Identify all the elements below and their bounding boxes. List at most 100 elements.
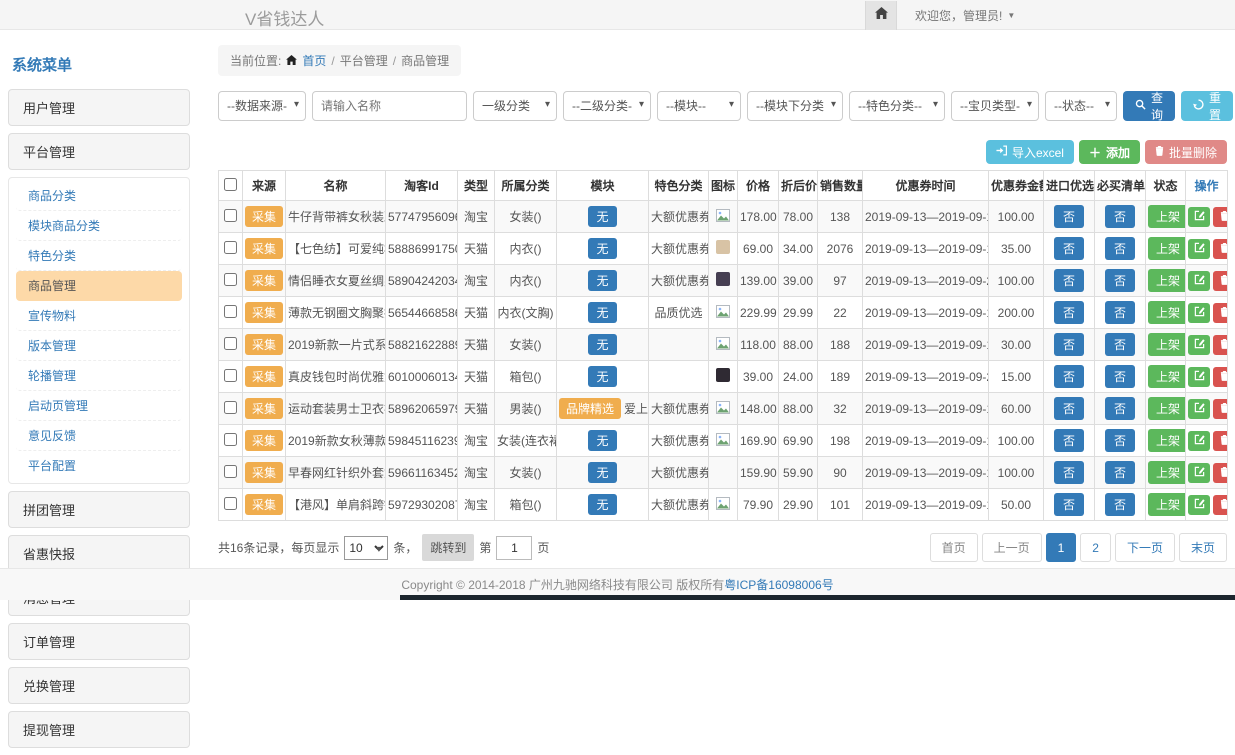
must-buy-toggle[interactable]: 否 (1105, 461, 1135, 484)
filter-select-5[interactable]: --宝贝类型-- (951, 91, 1039, 121)
status-button[interactable]: 上架 (1148, 365, 1186, 388)
page-button-上一页[interactable]: 上一页 (982, 533, 1042, 562)
page-button-首页[interactable]: 首页 (930, 533, 978, 562)
delete-button[interactable] (1213, 399, 1228, 419)
delete-button[interactable] (1213, 431, 1228, 451)
row-checkbox[interactable] (224, 273, 237, 286)
row-select-cell[interactable] (219, 489, 243, 521)
filter-select-2[interactable]: --模块-- (657, 91, 741, 121)
edit-button[interactable] (1188, 495, 1210, 515)
must-buy-toggle[interactable]: 否 (1105, 493, 1135, 516)
must-buy-cell[interactable]: 否 (1095, 297, 1146, 329)
row-select-cell[interactable] (219, 329, 243, 361)
import-select-cell[interactable]: 否 (1044, 201, 1095, 233)
status-cell[interactable]: 上架 (1146, 457, 1186, 489)
data-source-select[interactable]: --数据来源-- (218, 91, 306, 121)
ops-cell[interactable] (1186, 361, 1228, 393)
delete-button[interactable] (1213, 463, 1228, 483)
search-name-input[interactable] (312, 91, 467, 121)
sidebar-item-15[interactable]: 订单管理 (8, 623, 190, 660)
status-button[interactable]: 上架 (1148, 269, 1186, 292)
must-buy-cell[interactable]: 否 (1095, 457, 1146, 489)
must-buy-cell[interactable]: 否 (1095, 265, 1146, 297)
import-select-toggle[interactable]: 否 (1054, 397, 1084, 420)
batch-delete-button[interactable]: 批量删除 (1145, 140, 1227, 164)
sidebar-subitem-9[interactable]: 启动页管理 (16, 391, 182, 421)
status-button[interactable]: 上架 (1148, 461, 1186, 484)
edit-button[interactable] (1188, 399, 1210, 419)
status-cell[interactable]: 上架 (1146, 233, 1186, 265)
sidebar-subitem-10[interactable]: 意见反馈 (16, 421, 182, 451)
page-button-下一页[interactable]: 下一页 (1115, 533, 1175, 562)
row-checkbox[interactable] (224, 209, 237, 222)
page-size-select[interactable]: 10 (344, 536, 388, 560)
edit-button[interactable] (1188, 303, 1210, 323)
edit-button[interactable] (1188, 431, 1210, 451)
import-select-toggle[interactable]: 否 (1054, 237, 1084, 260)
import-excel-button[interactable]: 导入excel (986, 140, 1074, 164)
row-select-cell[interactable] (219, 201, 243, 233)
sidebar-item-0[interactable]: 用户管理 (8, 89, 190, 126)
sidebar-item-17[interactable]: 提现管理 (8, 711, 190, 748)
row-select-cell[interactable] (219, 297, 243, 329)
row-select-cell[interactable] (219, 425, 243, 457)
must-buy-toggle[interactable]: 否 (1105, 429, 1135, 452)
status-cell[interactable]: 上架 (1146, 489, 1186, 521)
must-buy-cell[interactable]: 否 (1095, 361, 1146, 393)
filter-select-1[interactable]: --二级分类-- (563, 91, 651, 121)
page-button-1[interactable]: 1 (1046, 533, 1077, 562)
delete-button[interactable] (1213, 239, 1228, 259)
row-select-cell[interactable] (219, 265, 243, 297)
status-cell[interactable]: 上架 (1146, 329, 1186, 361)
breadcrumb-home-link[interactable]: 首页 (302, 52, 326, 69)
sidebar-item-1[interactable]: 平台管理 (8, 133, 190, 170)
status-button[interactable]: 上架 (1148, 237, 1186, 260)
status-button[interactable]: 上架 (1148, 301, 1186, 324)
sidebar-subitem-5[interactable]: 商品管理 (16, 271, 182, 301)
import-select-cell[interactable]: 否 (1044, 457, 1095, 489)
edit-button[interactable] (1188, 335, 1210, 355)
must-buy-cell[interactable]: 否 (1095, 329, 1146, 361)
import-select-toggle[interactable]: 否 (1054, 333, 1084, 356)
must-buy-toggle[interactable]: 否 (1105, 365, 1135, 388)
sidebar-subitem-2[interactable]: 商品分类 (16, 181, 182, 211)
import-select-cell[interactable]: 否 (1044, 233, 1095, 265)
must-buy-toggle[interactable]: 否 (1105, 397, 1135, 420)
select-all-cell[interactable] (219, 171, 243, 201)
delete-button[interactable] (1213, 367, 1228, 387)
delete-button[interactable] (1213, 271, 1228, 291)
ops-cell[interactable] (1186, 329, 1228, 361)
ops-cell[interactable] (1186, 297, 1228, 329)
row-select-cell[interactable] (219, 361, 243, 393)
ops-cell[interactable] (1186, 201, 1228, 233)
must-buy-toggle[interactable]: 否 (1105, 269, 1135, 292)
sidebar-subitem-3[interactable]: 模块商品分类 (16, 211, 182, 241)
status-cell[interactable]: 上架 (1146, 393, 1186, 425)
edit-button[interactable] (1188, 271, 1210, 291)
import-select-toggle[interactable]: 否 (1054, 301, 1084, 324)
import-select-cell[interactable]: 否 (1044, 393, 1095, 425)
sidebar-item-12[interactable]: 拼团管理 (8, 491, 190, 528)
must-buy-cell[interactable]: 否 (1095, 425, 1146, 457)
row-checkbox[interactable] (224, 369, 237, 382)
sidebar-subitem-4[interactable]: 特色分类 (16, 241, 182, 271)
must-buy-toggle[interactable]: 否 (1105, 205, 1135, 228)
status-cell[interactable]: 上架 (1146, 297, 1186, 329)
ops-cell[interactable] (1186, 393, 1228, 425)
page-button-2[interactable]: 2 (1080, 533, 1111, 562)
row-checkbox[interactable] (224, 305, 237, 318)
must-buy-cell[interactable]: 否 (1095, 201, 1146, 233)
sidebar-item-13[interactable]: 省惠快报 (8, 535, 190, 572)
filter-select-4[interactable]: --特色分类-- (849, 91, 945, 121)
ops-cell[interactable] (1186, 457, 1228, 489)
icp-link[interactable]: 粤ICP备16098006号 (724, 576, 833, 593)
delete-button[interactable] (1213, 303, 1228, 323)
must-buy-toggle[interactable]: 否 (1105, 333, 1135, 356)
sidebar-subitem-8[interactable]: 轮播管理 (16, 361, 182, 391)
filter-select-6[interactable]: --状态-- (1045, 91, 1117, 121)
edit-button[interactable] (1188, 367, 1210, 387)
select-all-checkbox[interactable] (224, 178, 237, 191)
status-button[interactable]: 上架 (1148, 333, 1186, 356)
import-select-toggle[interactable]: 否 (1054, 493, 1084, 516)
page-button-末页[interactable]: 末页 (1179, 533, 1227, 562)
